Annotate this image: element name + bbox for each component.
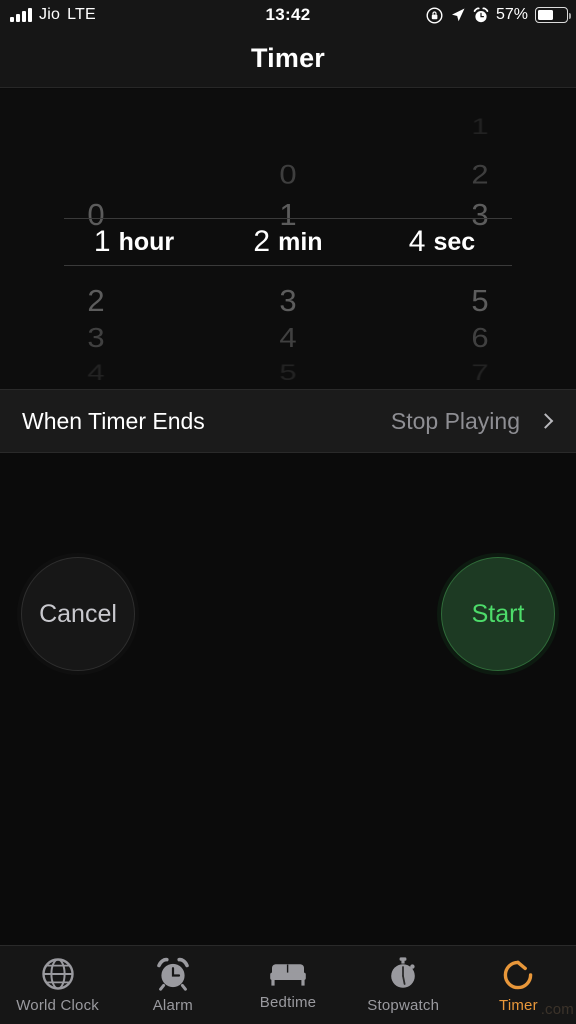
selected-seconds-value: 4: [408, 225, 426, 258]
seconds-option[interactable]: 7: [384, 361, 576, 383]
start-button[interactable]: Start: [441, 557, 555, 671]
tab-bar: World Clock Alarm Bedtime Stopwatch Time…: [0, 945, 576, 1024]
location-arrow-icon: [451, 8, 465, 22]
tab-bedtime[interactable]: Bedtime: [230, 959, 345, 1011]
minutes-option[interactable]: 3: [192, 285, 384, 316]
phone-screen: Jio LTE 13:42 57% Timer 0 2 3 4 0 1 3 4 …: [0, 0, 576, 1024]
timer-duration-picker[interactable]: 0 2 3 4 0 1 3 4 5 1 2 3 5 6 7 1 hour 2 m…: [0, 89, 576, 389]
hours-option[interactable]: 3: [0, 324, 192, 352]
hours-option[interactable]: 4: [0, 361, 192, 383]
battery-percent-label: 57%: [495, 6, 528, 23]
tab-alarm-label: Alarm: [152, 997, 193, 1014]
when-timer-ends-value: Stop Playing: [390, 407, 520, 434]
selected-seconds-unit: sec: [433, 227, 476, 256]
chevron-right-icon: [537, 413, 554, 429]
picker-selection-row: 1 hour 2 min 4 sec: [64, 218, 512, 266]
globe-icon: [41, 958, 74, 990]
page-title: Timer: [250, 43, 326, 73]
tab-world-clock-label: World Clock: [16, 997, 99, 1014]
selected-hours-value: 1: [93, 225, 111, 258]
selected-seconds: 4 sec: [364, 219, 512, 265]
alarm-icon: [473, 6, 489, 22]
tab-bedtime-label: Bedtime: [259, 994, 317, 1011]
tab-stopwatch[interactable]: Stopwatch: [346, 956, 461, 1014]
selected-hours: 1 hour: [64, 219, 218, 265]
tab-world-clock[interactable]: World Clock: [0, 956, 115, 1014]
tab-alarm[interactable]: Alarm: [115, 956, 230, 1014]
seconds-option[interactable]: 6: [384, 324, 576, 352]
hours-option[interactable]: 2: [0, 285, 192, 316]
stopwatch-icon: [391, 957, 416, 988]
selected-hours-unit: hour: [118, 227, 175, 256]
status-bar-right: 57%: [426, 0, 572, 30]
timer-controls: Cancel Start: [0, 453, 576, 945]
seconds-option[interactable]: 2: [384, 161, 576, 188]
timer-icon: [504, 960, 533, 990]
cancel-button-label: Cancel: [39, 599, 117, 628]
minutes-option[interactable]: 4: [192, 324, 384, 352]
bed-icon: [270, 964, 306, 986]
battery-icon: [535, 7, 572, 23]
status-bar: Jio LTE 13:42 57%: [0, 0, 576, 30]
cancel-button[interactable]: Cancel: [21, 557, 135, 671]
minutes-option[interactable]: 0: [192, 161, 384, 188]
selected-minutes-unit: min: [278, 227, 323, 256]
rotation-lock-icon: [426, 6, 443, 24]
tab-timer-label: Timer: [499, 997, 538, 1014]
tab-timer[interactable]: Timer: [461, 956, 576, 1014]
seconds-option[interactable]: 1: [384, 115, 576, 137]
alarm-clock-icon: [156, 957, 189, 991]
seconds-option[interactable]: 5: [384, 285, 576, 316]
minutes-option[interactable]: 5: [192, 361, 384, 383]
tab-stopwatch-label: Stopwatch: [367, 997, 440, 1014]
when-timer-ends-label: When Timer Ends: [22, 407, 205, 434]
nav-bar: Timer: [0, 30, 576, 88]
start-button-label: Start: [471, 599, 525, 628]
selected-minutes: 2 min: [218, 219, 364, 265]
selected-minutes-value: 2: [253, 225, 271, 258]
when-timer-ends-row[interactable]: When Timer Ends Stop Playing: [0, 389, 576, 453]
